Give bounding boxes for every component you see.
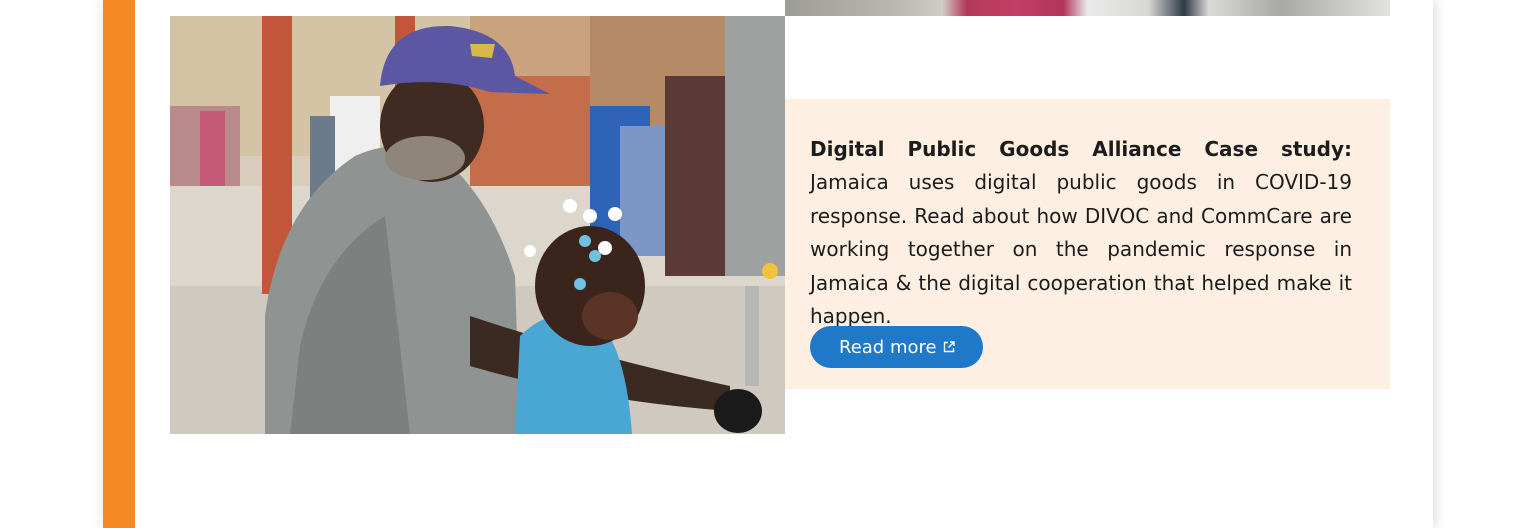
- case-study-text: Digital Public Goods Alliance Case study…: [810, 133, 1352, 333]
- case-study-photo: [170, 16, 785, 434]
- read-more-label: Read more: [839, 336, 937, 358]
- case-study-body: Jamaica uses digital public goods in COV…: [810, 170, 1352, 329]
- page: Digital Public Goods Alliance Case study…: [0, 0, 1536, 528]
- content-card: Digital Public Goods Alliance Case study…: [103, 0, 1433, 528]
- accent-bar: [103, 0, 135, 528]
- previous-image-strip: [785, 0, 1390, 16]
- case-study-panel: Digital Public Goods Alliance Case study…: [785, 99, 1390, 389]
- read-more-button[interactable]: Read more: [810, 326, 983, 368]
- case-study-lead: Digital Public Goods Alliance Case study…: [810, 137, 1352, 161]
- external-link-icon: [943, 341, 955, 353]
